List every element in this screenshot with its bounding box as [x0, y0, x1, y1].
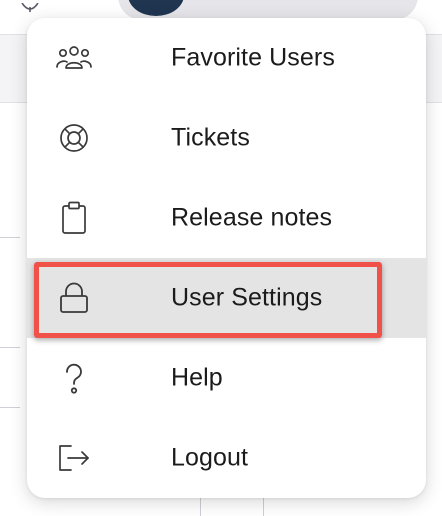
menu-item-user-settings[interactable]: User Settings	[27, 258, 426, 338]
menu-item-logout[interactable]: Logout	[27, 418, 426, 498]
divider	[0, 237, 20, 238]
clipboard-icon	[55, 201, 93, 235]
menu-item-label: Release notes	[171, 203, 333, 232]
logout-icon	[55, 441, 93, 475]
support-icon[interactable]	[20, 0, 40, 12]
divider	[0, 407, 20, 408]
lifebuoy-icon	[55, 121, 93, 155]
menu-item-label: Tickets	[171, 123, 250, 152]
menu-item-label: User Settings	[171, 283, 323, 312]
lock-icon	[55, 281, 93, 315]
screen: Favorite Users Tickets Release notes Use…	[0, 0, 442, 516]
menu-item-tickets[interactable]: Tickets	[27, 98, 426, 178]
menu-item-release-notes[interactable]: Release notes	[27, 178, 426, 258]
menu-item-label: Favorite Users	[171, 43, 335, 72]
menu-item-label: Logout	[171, 443, 249, 472]
divider	[0, 347, 20, 348]
menu-item-label: Help	[171, 363, 223, 392]
user-dropdown-menu: Favorite Users Tickets Release notes Use…	[27, 18, 426, 498]
menu-item-help[interactable]: Help	[27, 338, 426, 418]
menu-item-favorite-users[interactable]: Favorite Users	[27, 18, 426, 98]
users-group-icon	[55, 41, 93, 75]
question-icon	[55, 361, 93, 395]
